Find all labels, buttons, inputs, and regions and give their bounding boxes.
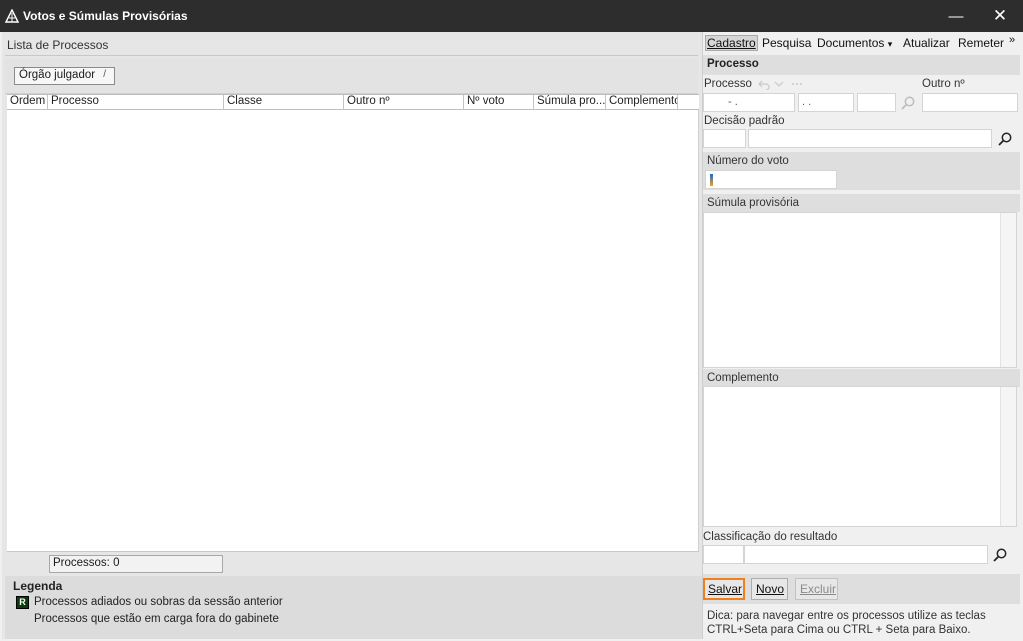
- complemento-scrollbar[interactable]: [1000, 387, 1016, 526]
- classificacao-description-field[interactable]: [744, 545, 988, 564]
- numero-voto-label: Número do voto: [707, 155, 789, 167]
- sumula-textarea[interactable]: [703, 212, 1017, 368]
- form-menu: Cadastro Pesquisa Documentos ▾ Atualizar…: [704, 33, 1021, 53]
- group-chip-orgao[interactable]: Órgão julgador /: [14, 67, 115, 85]
- numero-voto-field[interactable]: [705, 170, 837, 189]
- legend-item-carga: Processos que estão em carga fora do gab…: [34, 613, 279, 625]
- outro-numero-label: Outro nº: [922, 78, 965, 90]
- minimize-button[interactable]: —: [933, 0, 979, 32]
- column-header-num-voto[interactable]: Nº voto: [463, 95, 533, 110]
- processo-number-field[interactable]: - .: [703, 93, 795, 112]
- search-classificacao-icon[interactable]: [992, 547, 1008, 563]
- menu-documentos[interactable]: Documentos ▾: [815, 35, 894, 51]
- processo-section-title: Processo: [707, 58, 759, 70]
- title-bar: Votos e Súmulas Provisórias — ✕: [0, 0, 1023, 32]
- grid-header: Ordem Processo Classe Outro nº Nº voto S…: [7, 94, 699, 110]
- column-header-complemento[interactable]: Complemento: [605, 95, 677, 110]
- legend-item-adiados: Processos adiados ou sobras da sessão an…: [34, 596, 283, 608]
- delete-button-label: Excluir: [800, 582, 837, 596]
- column-header-classe[interactable]: Classe: [223, 95, 343, 110]
- postponed-process-icon: R: [16, 596, 29, 609]
- navigation-hint: Dica: para navegar entre os processos ut…: [707, 610, 986, 636]
- undo-icon[interactable]: [758, 78, 770, 90]
- menu-remeter[interactable]: Remeter: [956, 35, 1006, 51]
- minimize-icon: —: [948, 7, 964, 25]
- processo-label: Processo: [704, 78, 752, 90]
- app-logo-icon: [5, 9, 19, 23]
- save-button[interactable]: Salvar: [703, 578, 745, 600]
- complemento-textarea[interactable]: [703, 386, 1017, 527]
- complemento-label: Complemento: [707, 372, 779, 384]
- sumula-scrollbar[interactable]: [1000, 213, 1016, 367]
- window-title: Votos e Súmulas Provisórias: [23, 9, 188, 23]
- column-header-sumula[interactable]: Súmula pro...: [533, 95, 605, 110]
- chevron-down-icon[interactable]: [774, 80, 784, 88]
- processo-year-field[interactable]: . .: [798, 93, 854, 112]
- sumula-label: Súmula provisória: [707, 197, 800, 209]
- menu-overflow-icon[interactable]: »: [1009, 34, 1015, 46]
- save-button-label: Salvar: [708, 582, 743, 596]
- legend-panel: Legenda R Processos adiados ou sobras da…: [5, 576, 702, 639]
- menu-documentos-label: Documentos: [817, 36, 885, 50]
- classificacao-code-field[interactable]: [703, 545, 744, 564]
- menu-atualizar[interactable]: Atualizar: [901, 35, 952, 51]
- decisao-description-field[interactable]: [748, 129, 992, 148]
- legend-title: Legenda: [13, 579, 63, 593]
- close-button[interactable]: ✕: [977, 0, 1023, 32]
- process-count: Processos: 0: [49, 555, 223, 573]
- outro-numero-field[interactable]: [922, 93, 1018, 112]
- column-header-outro[interactable]: Outro nº: [343, 95, 463, 110]
- search-decisao-icon[interactable]: [997, 131, 1013, 147]
- process-list-title: Lista de Processos: [7, 38, 109, 52]
- ellipsis-icon[interactable]: [791, 82, 803, 86]
- menu-pesquisa[interactable]: Pesquisa: [760, 35, 813, 51]
- new-button[interactable]: Novo: [751, 578, 788, 600]
- sort-indicator-icon: /: [103, 69, 106, 80]
- decisao-padrao-label: Decisão padrão: [704, 115, 785, 127]
- column-header-processo[interactable]: Processo: [47, 95, 223, 110]
- column-header-ordem[interactable]: Ordem: [7, 95, 47, 110]
- dropdown-arrow-icon: ▾: [887, 39, 893, 49]
- close-icon: ✕: [992, 6, 1008, 25]
- menu-cadastro[interactable]: Cadastro: [705, 35, 758, 51]
- group-chip-label: Órgão julgador: [19, 69, 96, 81]
- classificacao-label: Classificação do resultado: [703, 531, 838, 543]
- column-header-filler: [677, 95, 699, 110]
- new-button-label: Novo: [756, 582, 785, 596]
- process-grid[interactable]: [7, 110, 699, 551]
- search-icon[interactable]: [900, 95, 916, 111]
- processo-origin-field[interactable]: [857, 93, 896, 112]
- process-list-header: Lista de Processos: [5, 38, 698, 56]
- text-cursor: [710, 174, 713, 186]
- delete-button[interactable]: Excluir: [795, 578, 838, 600]
- decisao-code-field[interactable]: [703, 129, 746, 148]
